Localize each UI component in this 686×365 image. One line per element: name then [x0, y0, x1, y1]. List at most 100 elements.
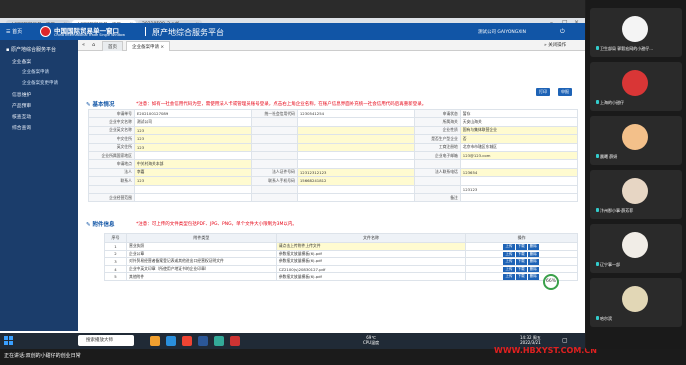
attach-file[interactable]: 请点击上传附件上传文件: [275, 242, 467, 251]
participant-card[interactable]: 卫生部局 郭毅宏网的小甜仔...: [590, 8, 682, 57]
field-value[interactable]: [133, 184, 253, 194]
submit-button[interactable]: 申报: [558, 88, 572, 96]
menu-label: 首页: [12, 29, 23, 35]
upload-button[interactable]: 上传: [503, 244, 515, 250]
logout-icon[interactable]: ⏻: [560, 28, 565, 36]
field-value[interactable]: 123654: [459, 167, 579, 178]
tab-filing-apply[interactable]: 企业备案申请 ×: [126, 41, 171, 51]
download-button[interactable]: 下载: [515, 251, 527, 257]
field-value[interactable]: 否: [459, 134, 579, 144]
field-value[interactable]: [296, 192, 415, 203]
field-value[interactable]: [459, 176, 579, 186]
sidebar-item-query[interactable]: 综合查询: [12, 124, 31, 131]
field-value[interactable]: 中关村海关本部: [133, 159, 253, 169]
folder-icon[interactable]: [150, 336, 160, 346]
sidebar-item-filing-apply[interactable]: 企业备案申请: [22, 69, 49, 75]
attach-file[interactable]: CZ2100(s)20830127.pdf: [275, 264, 467, 274]
windows-start-icon[interactable]: [4, 336, 13, 345]
avatar: [622, 286, 648, 312]
print-button[interactable]: 打印: [536, 88, 550, 96]
field-value[interactable]: 15668241812: [296, 176, 415, 186]
delete-button[interactable]: 删除: [527, 259, 539, 265]
upload-button[interactable]: 上传: [503, 251, 515, 257]
attach-no: 2: [104, 249, 127, 259]
home-icon[interactable]: ⌂: [92, 42, 95, 48]
field-value[interactable]: 测试公司: [133, 117, 253, 127]
field-value[interactable]: 1230541254: [296, 108, 415, 119]
download-button[interactable]: 下载: [515, 266, 527, 272]
field-value[interactable]: [459, 159, 579, 169]
field-label: 企业电子邮箱: [413, 150, 461, 161]
sidebar-item-product-review[interactable]: 产品预审: [12, 102, 31, 109]
field-value[interactable]: [296, 159, 415, 169]
participant-name-text: 上海的小甜仔: [600, 100, 624, 105]
upload-button[interactable]: 上传: [503, 274, 515, 280]
taskbar-search-input[interactable]: 搜索播放大师: [78, 335, 134, 346]
participant-card[interactable]: 哈尔滨: [590, 278, 682, 327]
field-value[interactable]: [296, 142, 415, 152]
field-value[interactable]: 123@123.com: [459, 150, 579, 161]
close-tabs-button[interactable]: » 关闭操作: [544, 42, 566, 48]
field-value[interactable]: [296, 184, 415, 194]
field-value[interactable]: [296, 117, 415, 127]
attach-file[interactable]: 参数报文放量模板(6).pdf: [275, 257, 467, 266]
download-button[interactable]: 下载: [515, 274, 527, 280]
field-value[interactable]: 北京市市辖区东城区: [459, 142, 579, 152]
participant-card[interactable]: 辽宁事一部: [590, 224, 682, 273]
pdf-icon[interactable]: [230, 336, 240, 346]
clock[interactable]: 14:32 周五 2022/3/21: [520, 335, 541, 345]
sidebar-item-verification[interactable]: 核查互动: [12, 113, 31, 120]
tab-home[interactable]: 首页: [102, 41, 123, 51]
menu-button[interactable]: ☰ 首页: [6, 28, 22, 35]
sidebar-item-filing-change[interactable]: 企业备案变更申请: [22, 80, 58, 86]
field-value[interactable]: [296, 150, 415, 161]
field-value[interactable]: [133, 150, 253, 161]
participant-card[interactable]: 汴州那小事·薛芳菲: [590, 170, 682, 219]
field-value[interactable]: [296, 134, 415, 144]
delete-button[interactable]: 删除: [527, 266, 539, 272]
delete-button[interactable]: 删除: [527, 251, 539, 257]
field-value[interactable]: E202100127089: [133, 108, 253, 119]
wechat-icon[interactable]: [214, 336, 224, 346]
upload-button[interactable]: 上传: [503, 259, 515, 265]
browser-icon[interactable]: [166, 336, 176, 346]
field-value[interactable]: [459, 192, 579, 203]
field-value[interactable]: 12312312123: [296, 167, 415, 178]
field-value[interactable]: [133, 192, 253, 203]
field-value[interactable]: [296, 125, 415, 136]
app-icon[interactable]: [182, 336, 192, 346]
sidebar-item-enterprise-filing[interactable]: 企业备案: [12, 58, 31, 65]
word-icon[interactable]: [198, 336, 208, 346]
field-value[interactable]: 李嘉: [133, 167, 253, 178]
upload-button[interactable]: 上传: [503, 266, 515, 272]
attach-file[interactable]: 参数报文放量模板(6).pdf: [275, 272, 467, 281]
company-name[interactable]: 测试公司 GAIYONGXIN: [478, 29, 526, 35]
attach-ops: 上传 下载 删除: [465, 264, 578, 274]
participant-card[interactable]: 晨曦 薛妍: [590, 116, 682, 165]
delete-button[interactable]: 删除: [527, 274, 539, 280]
download-button[interactable]: 下载: [515, 259, 527, 265]
delete-button[interactable]: 删除: [527, 244, 539, 250]
participant-name-text: 辽宁事一部: [600, 262, 620, 267]
field-value[interactable]: 123123: [459, 184, 579, 194]
basic-row: 企业中文名称 测试公司 所属海关 天安山海关: [88, 117, 579, 127]
field-label: [413, 176, 461, 186]
participant-card[interactable]: 上海的小甜仔: [590, 62, 682, 111]
download-button[interactable]: 下载: [515, 244, 527, 250]
field-value[interactable]: 123: [133, 125, 253, 136]
notification-icon[interactable]: ▢: [562, 337, 568, 344]
field-value[interactable]: 国有与集体联营企业: [459, 125, 579, 136]
sidebar-item-info-maintenance[interactable]: 信息维护: [12, 91, 31, 98]
field-value[interactable]: 天安山海关: [459, 117, 579, 127]
field-label: 申请单号: [88, 108, 135, 119]
weather-status: 69℃ CPU温度: [363, 335, 379, 345]
field-label: 英文住所: [88, 142, 135, 152]
attach-no: 5: [104, 272, 127, 281]
field-value[interactable]: 123: [133, 176, 253, 186]
sidebar-title[interactable]: ▪ 原产地综合服务平台: [6, 46, 56, 53]
field-value[interactable]: 123: [133, 142, 253, 152]
field-value[interactable]: 暂存: [459, 108, 579, 119]
attach-file[interactable]: 参数报文放量模板(6).pdf: [275, 249, 467, 259]
field-value[interactable]: 123: [133, 134, 253, 144]
chevron-left-icon[interactable]: «: [82, 42, 85, 48]
